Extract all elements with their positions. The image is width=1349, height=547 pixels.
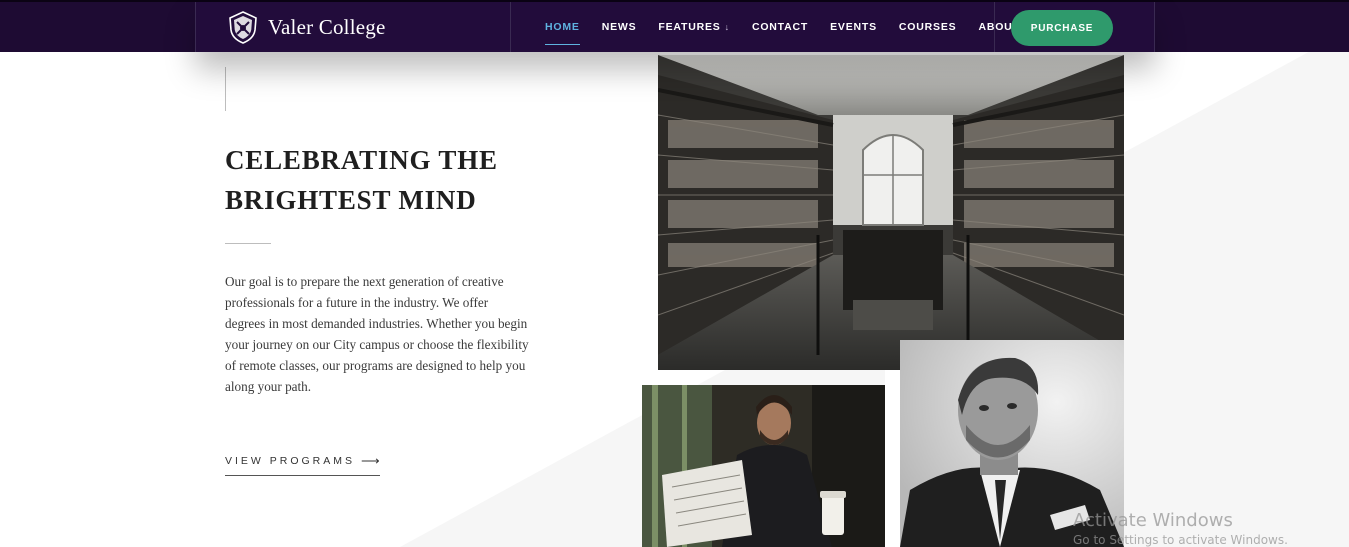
nav-item-label: HOME (545, 21, 580, 33)
watermark-title: Activate Windows (1073, 510, 1233, 531)
nav-item-news[interactable]: NEWS (591, 2, 648, 52)
nav-item-home[interactable]: HOME (534, 2, 591, 52)
dropdown-arrow-icon: ↓ (724, 22, 730, 32)
logo-text: Valer College (268, 14, 386, 39)
site-logo[interactable]: Valer College (226, 10, 385, 44)
nav-divider-right (994, 2, 995, 52)
main-menu: HOME NEWS FEATURES ↓ CONTACT EVENTS COURS… (534, 2, 1031, 52)
purchase-button[interactable]: PURCHASE (1011, 10, 1113, 46)
cta-label: VIEW PROGRAMS (225, 455, 356, 467)
nav-item-courses[interactable]: COURSES (888, 2, 968, 52)
nav-item-label: NEWS (601, 21, 637, 33)
arrow-right-icon: ⟶ (361, 453, 380, 468)
man-reading-newspaper-photo (642, 385, 885, 547)
hero-title: CELEBRATING THE BRIGHTEST MIND (225, 145, 498, 215)
navbar-container: Valer College HOME NEWS FEATURES ↓ CONTAC… (195, 2, 1155, 52)
decorative-vertical-line (225, 67, 226, 111)
top-navbar: Valer College HOME NEWS FEATURES ↓ CONTAC… (0, 0, 1349, 52)
windows-activation-watermark: Activate Windows Go to Settings to activ… (1073, 510, 1288, 547)
nav-item-events[interactable]: EVENTS (819, 2, 888, 52)
title-divider (225, 243, 271, 244)
nav-item-label: CONTACT (751, 21, 809, 33)
nav-item-features[interactable]: FEATURES ↓ (647, 2, 741, 52)
nav-item-label: EVENTS (830, 21, 877, 33)
nav-item-label: FEATURES (658, 21, 721, 33)
library-photo (658, 55, 1124, 370)
nav-item-contact[interactable]: CONTACT (741, 2, 819, 52)
nav-item-label: COURSES (898, 21, 957, 33)
view-programs-link[interactable]: VIEW PROGRAMS ⟶ (225, 453, 380, 476)
nav-divider-left (510, 2, 511, 52)
hero-description: Our goal is to prepare the next generati… (225, 274, 529, 394)
watermark-subtitle: Go to Settings to activate Windows. (1073, 533, 1288, 547)
crest-icon (229, 11, 257, 44)
